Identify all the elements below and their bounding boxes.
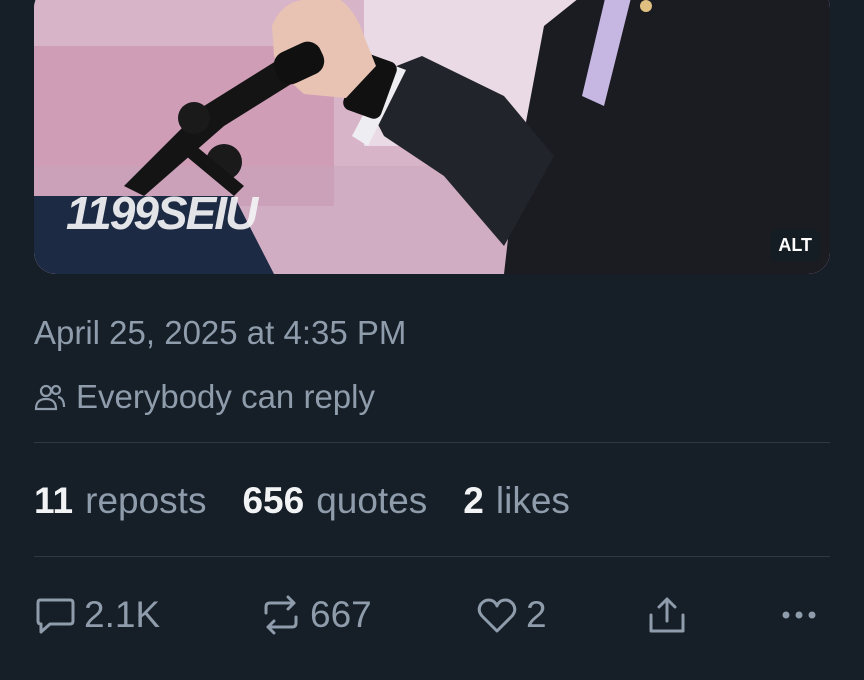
post-actions: 2.1K 667 2 bbox=[34, 592, 830, 638]
engagement-stats: 11 reposts 656 quotes 2 likes bbox=[34, 480, 606, 522]
post-timestamp: April 25, 2025 at 4:35 PM bbox=[34, 314, 407, 351]
reposts-stat[interactable]: 11 reposts bbox=[34, 480, 206, 522]
repost-count: 667 bbox=[310, 594, 372, 635]
share-button[interactable] bbox=[646, 592, 696, 638]
likes-label: likes bbox=[495, 480, 570, 521]
reply-button[interactable]: 2.1K bbox=[34, 592, 160, 638]
post-image[interactable]: 1199SEIU ALT bbox=[34, 0, 830, 274]
more-options-button[interactable] bbox=[778, 592, 828, 638]
watermark-logo: 1199SEIU bbox=[66, 187, 258, 239]
share-icon bbox=[649, 597, 685, 633]
repost-button[interactable]: 667 bbox=[260, 592, 372, 638]
quotes-count: 656 bbox=[242, 480, 305, 521]
reply-count: 2.1K bbox=[84, 594, 161, 635]
quotes-stat[interactable]: 656 quotes bbox=[242, 480, 427, 522]
reply-setting: Everybody can reply bbox=[34, 378, 375, 416]
like-button[interactable]: 2 bbox=[476, 592, 547, 638]
divider bbox=[34, 442, 830, 443]
reposts-count: 11 bbox=[34, 480, 74, 521]
people-icon bbox=[34, 384, 66, 411]
divider bbox=[34, 556, 830, 557]
reply-icon bbox=[36, 598, 75, 634]
alt-text-badge[interactable]: ALT bbox=[770, 229, 820, 262]
heart-icon bbox=[477, 598, 517, 633]
quotes-label: quotes bbox=[316, 480, 428, 521]
reposts-label: reposts bbox=[85, 480, 207, 521]
likes-stat[interactable]: 2 likes bbox=[463, 480, 570, 522]
more-icon bbox=[782, 611, 816, 619]
reply-setting-label: Everybody can reply bbox=[76, 378, 375, 415]
like-count: 2 bbox=[526, 594, 547, 635]
repost-icon bbox=[264, 595, 298, 635]
likes-count: 2 bbox=[463, 480, 484, 521]
